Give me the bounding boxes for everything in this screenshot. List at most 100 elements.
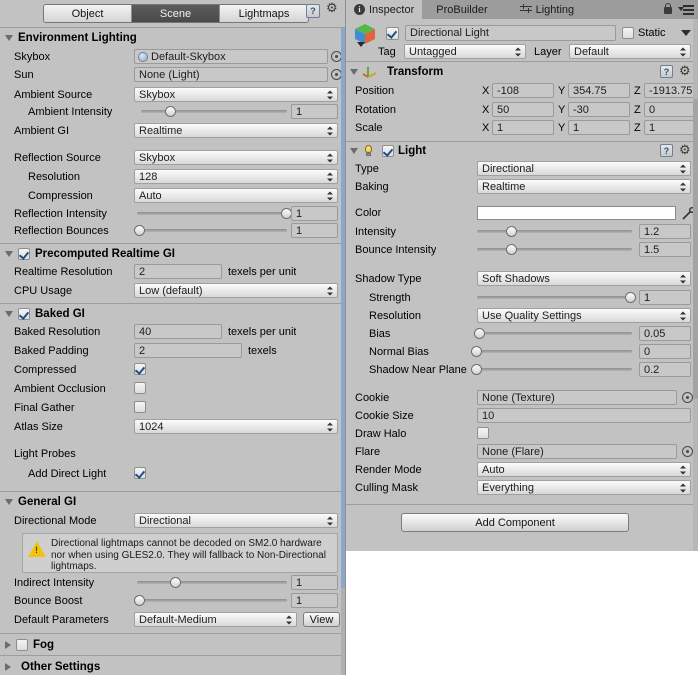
cookie-size-field[interactable]: 10	[477, 408, 691, 423]
shadow-near-plane-field[interactable]: 0.2	[639, 362, 691, 377]
slider-knob[interactable]	[280, 208, 292, 219]
shadow-type-dropdown[interactable]: Soft Shadows	[477, 271, 691, 286]
help-icon[interactable]: ?	[660, 144, 673, 157]
slider-knob[interactable]	[473, 328, 485, 339]
sun-object-field[interactable]: None (Light)	[134, 67, 328, 82]
layer-dropdown[interactable]: Default	[569, 44, 691, 59]
shadow-strength-field[interactable]: 1	[639, 290, 691, 305]
reflection-source-dropdown[interactable]: Skybox	[134, 150, 338, 165]
help-icon[interactable]: ?	[660, 65, 673, 78]
gear-icon[interactable]	[679, 63, 691, 79]
foldout-arrow-icon[interactable]	[350, 69, 358, 75]
baked-gi-checkbox[interactable]	[18, 307, 30, 320]
foldout-arrow-icon[interactable]	[5, 640, 11, 649]
fog-checkbox[interactable]	[16, 638, 28, 651]
light-intensity-field[interactable]: 1.2	[639, 224, 691, 239]
foldout-arrow-icon[interactable]	[5, 35, 13, 41]
rotation-z-field[interactable]: 0	[644, 102, 698, 117]
slider-knob[interactable]	[133, 595, 145, 606]
tab-lighting[interactable]: Lighting	[496, 0, 583, 19]
scale-x-field[interactable]: 1	[492, 120, 554, 135]
baked-padding-field[interactable]: 2	[134, 343, 242, 358]
default-parameters-dropdown[interactable]: Default-Medium	[134, 612, 297, 627]
shadow-bias-field[interactable]: 0.05	[639, 326, 691, 341]
directional-mode-dropdown[interactable]: Directional	[134, 513, 338, 528]
normal-bias-slider[interactable]	[470, 344, 632, 359]
foldout-arrow-icon[interactable]	[5, 499, 13, 505]
gear-icon[interactable]	[679, 142, 691, 158]
reflection-bounces-field[interactable]: 1	[291, 223, 338, 238]
gear-icon[interactable]	[326, 0, 340, 17]
component-header-transform[interactable]: Transform ?	[346, 62, 698, 82]
section-header-baked-gi[interactable]: Baked GI	[0, 304, 345, 323]
lock-icon[interactable]	[663, 3, 672, 15]
position-y-field[interactable]: 354.75	[568, 83, 630, 98]
gameobject-enabled-checkbox[interactable]	[386, 27, 399, 40]
render-mode-dropdown[interactable]: Auto	[477, 462, 691, 477]
position-x-field[interactable]: -108	[492, 83, 554, 98]
cookie-object-field[interactable]: None (Texture)	[477, 390, 677, 405]
baked-resolution-field[interactable]: 40	[134, 324, 222, 339]
hamburger-menu-icon[interactable]	[678, 5, 694, 15]
chevron-down-icon[interactable]	[681, 30, 691, 36]
flare-object-field[interactable]: None (Flare)	[477, 444, 677, 459]
position-z-field[interactable]: -1913.75	[644, 83, 698, 98]
help-icon[interactable]: ?	[306, 4, 320, 18]
light-color-field[interactable]	[477, 206, 676, 220]
foldout-arrow-icon[interactable]	[5, 310, 13, 317]
scale-y-field[interactable]: 1	[568, 120, 630, 135]
atlas-size-dropdown[interactable]: 1024	[134, 419, 338, 434]
light-enabled-checkbox[interactable]	[382, 145, 394, 157]
shadow-resolution-dropdown[interactable]: Use Quality Settings	[477, 308, 691, 323]
add-direct-light-checkbox[interactable]	[134, 467, 146, 479]
tab-inspector[interactable]: i Inspector	[346, 0, 423, 19]
shadow-bias-slider[interactable]	[473, 326, 632, 341]
section-header-environment-lighting[interactable]: Environment Lighting	[0, 28, 345, 48]
ambient-intensity-slider[interactable]	[141, 104, 287, 119]
light-type-dropdown[interactable]: Directional	[477, 161, 691, 176]
precomputed-realtime-gi-checkbox[interactable]	[18, 247, 30, 260]
foldout-arrow-icon[interactable]	[350, 148, 358, 154]
tab-probuilder[interactable]: ProBuilder	[422, 0, 495, 19]
bounce-boost-slider[interactable]	[133, 593, 287, 608]
slider-knob[interactable]	[169, 577, 181, 588]
tab-object[interactable]: Object	[44, 5, 132, 22]
component-header-light[interactable]: Light ?	[346, 142, 698, 160]
ambient-gi-dropdown[interactable]: Realtime	[134, 123, 338, 138]
shadow-strength-slider[interactable]	[477, 290, 637, 305]
ambient-source-dropdown[interactable]: Skybox	[134, 87, 338, 102]
foldout-arrow-icon[interactable]	[5, 250, 13, 257]
ambient-intensity-field[interactable]: 1	[291, 104, 338, 119]
foldout-arrow-icon[interactable]	[5, 663, 11, 671]
section-header-fog[interactable]: Fog	[0, 634, 345, 655]
rotation-x-field[interactable]: 50	[492, 102, 554, 117]
draw-halo-checkbox[interactable]	[477, 427, 489, 439]
shadow-near-plane-slider[interactable]	[470, 362, 632, 377]
gameobject-name-field[interactable]: Directional Light	[405, 25, 616, 41]
section-header-other-settings[interactable]: Other Settings	[0, 656, 345, 675]
slider-knob[interactable]	[625, 292, 637, 303]
section-header-precomputed-realtime-gi[interactable]: Precomputed Realtime GI	[0, 244, 345, 263]
slider-knob[interactable]	[506, 244, 518, 255]
ambient-occlusion-checkbox[interactable]	[134, 382, 146, 394]
reflection-resolution-dropdown[interactable]: 128	[134, 169, 338, 184]
tab-lightmaps[interactable]: Lightmaps	[220, 5, 308, 22]
culling-mask-dropdown[interactable]: Everything	[477, 480, 691, 495]
cookie-picker-button[interactable]	[682, 392, 693, 403]
reflection-intensity-field[interactable]: 1	[291, 206, 338, 221]
flare-picker-button[interactable]	[682, 446, 693, 457]
lighting-tab-group[interactable]: Object Scene Lightmaps	[43, 4, 309, 23]
slider-knob[interactable]	[470, 364, 482, 375]
slider-knob[interactable]	[133, 225, 145, 236]
bounce-boost-field[interactable]: 1	[291, 593, 338, 608]
reflection-intensity-slider[interactable]	[137, 206, 292, 221]
static-checkbox[interactable]	[622, 27, 634, 39]
final-gather-checkbox[interactable]	[134, 401, 146, 413]
light-intensity-slider[interactable]	[477, 224, 632, 239]
bounce-intensity-slider[interactable]	[477, 242, 632, 257]
indirect-intensity-slider[interactable]	[137, 575, 287, 590]
default-parameters-view-button[interactable]: View	[303, 612, 340, 627]
compressed-checkbox[interactable]	[134, 363, 146, 375]
add-component-button[interactable]: Add Component	[401, 513, 629, 532]
tab-scene[interactable]: Scene	[132, 5, 220, 22]
